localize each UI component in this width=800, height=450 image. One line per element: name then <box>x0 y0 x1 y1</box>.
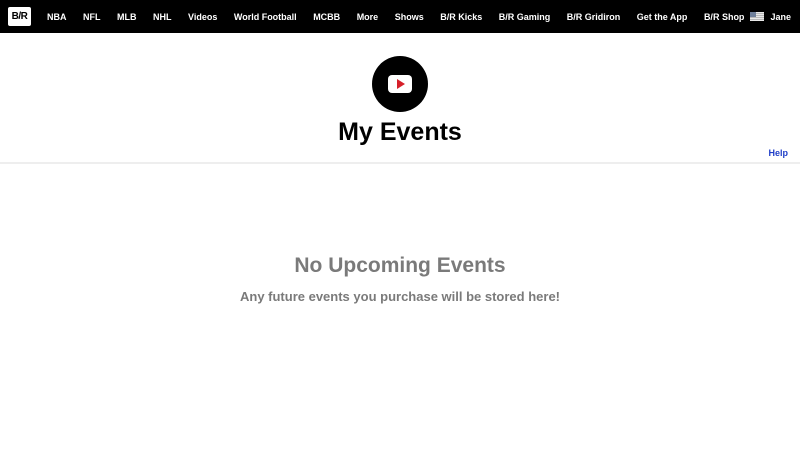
nav-item-br-gaming[interactable]: B/R Gaming <box>499 12 551 22</box>
nav-item-shows[interactable]: Shows <box>395 12 424 22</box>
main-nav: NBA NFL MLB NHL Videos World Football MC… <box>47 0 761 33</box>
video-event-icon <box>372 56 428 112</box>
page-title: My Events <box>338 118 462 146</box>
nav-item-br-kicks[interactable]: B/R Kicks <box>440 12 482 22</box>
nav-item-world-football[interactable]: World Football <box>234 12 297 22</box>
help-link[interactable]: Help <box>768 148 788 158</box>
user-menu[interactable]: Jane <box>750 0 791 33</box>
empty-state-subtitle: Any future events you purchase will be s… <box>239 289 561 304</box>
nav-item-mcbb[interactable]: MCBB <box>313 12 340 22</box>
user-name: Jane <box>770 11 791 22</box>
nav-item-nba[interactable]: NBA <box>47 12 67 22</box>
play-box-icon <box>388 75 412 93</box>
nav-item-mlb[interactable]: MLB <box>117 12 137 22</box>
us-flag-icon <box>750 12 765 21</box>
top-navigation-bar: B/R NBA NFL MLB NHL Videos World Footbal… <box>0 0 800 33</box>
page-header: My Events Help <box>0 33 800 164</box>
br-logo[interactable]: B/R <box>8 7 31 26</box>
play-icon <box>397 79 405 89</box>
nav-item-get-the-app[interactable]: Get the App <box>637 12 688 22</box>
nav-item-nhl[interactable]: NHL <box>153 12 172 22</box>
empty-state-title: No Upcoming Events <box>294 254 506 277</box>
nav-item-videos[interactable]: Videos <box>188 12 217 22</box>
nav-item-more[interactable]: More <box>357 12 379 22</box>
nav-item-br-gridiron[interactable]: B/R Gridiron <box>567 12 621 22</box>
nav-item-nfl[interactable]: NFL <box>83 12 101 22</box>
nav-item-br-shop[interactable]: B/R Shop <box>704 12 745 22</box>
